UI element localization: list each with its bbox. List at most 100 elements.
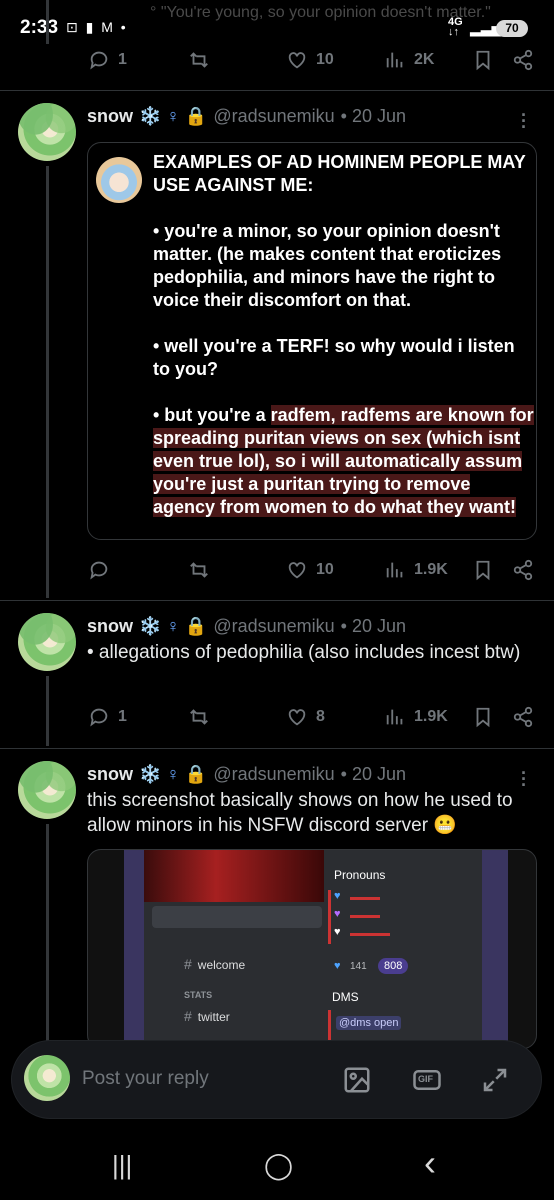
- post-actions: 10 1.9K: [0, 555, 554, 585]
- views-button[interactable]: 1.9K: [384, 555, 448, 585]
- reply-button[interactable]: 1: [88, 45, 127, 75]
- bookmark-button[interactable]: [472, 45, 494, 75]
- battery-icon: 70: [496, 20, 528, 37]
- handle[interactable]: @radsunemiku: [213, 764, 334, 785]
- post-text: • allegations of pedophilia (also includ…: [87, 642, 521, 663]
- post-date: • 20 Jun: [340, 615, 407, 636]
- recents-button[interactable]: |||: [112, 1150, 132, 1181]
- channel-twitter: # twitter: [184, 1008, 230, 1024]
- divider: [0, 748, 554, 749]
- post-header: snow ❄️ ♀ 🔒 @radsunemiku • 20 Jun: [87, 614, 406, 638]
- share-button[interactable]: [512, 702, 534, 732]
- reply-composer[interactable]: Post your reply GIF: [11, 1040, 542, 1119]
- views-icon: [386, 52, 403, 68]
- handle[interactable]: @radsunemiku: [213, 616, 334, 637]
- name-badges: ❄️ ♀ 🔒: [139, 105, 208, 126]
- expand-icon[interactable]: [480, 1065, 510, 1095]
- like-button[interactable]: 10: [286, 45, 334, 75]
- bookmark-icon: [476, 707, 490, 728]
- display-name[interactable]: snow: [87, 106, 133, 127]
- repost-button[interactable]: [188, 702, 210, 732]
- reply-icon: [90, 51, 108, 70]
- reply-placeholder[interactable]: Post your reply: [82, 1068, 209, 1090]
- post-actions: 1 8 1.9K: [0, 702, 554, 732]
- android-nav-bar: ||| ◯ ‹: [0, 1130, 554, 1200]
- views-icon: [386, 562, 403, 578]
- display-name[interactable]: snow: [87, 616, 133, 637]
- views-button[interactable]: 1.9K: [384, 702, 448, 732]
- reply-button[interactable]: 1: [88, 702, 127, 732]
- quote-item-2: • well you're a TERF! so why would i lis…: [153, 336, 515, 379]
- views-button[interactable]: 2K: [384, 45, 434, 75]
- bookmark-icon: [476, 560, 490, 581]
- avatar[interactable]: [18, 103, 76, 161]
- quote-text: EXAMPLES OF AD HOMINEM PEOPLE MAY USE AG…: [153, 151, 535, 542]
- quoted-image-card[interactable]: EXAMPLES OF AD HOMINEM PEOPLE MAY USE AG…: [87, 142, 537, 540]
- bookmark-icon: [476, 50, 490, 71]
- share-icon: [513, 706, 533, 728]
- reply-icon: [90, 708, 108, 727]
- scrolled-text-fragment: ° "You're young, so your opinion doesn't…: [150, 4, 491, 21]
- blue-heart-icon: ♥: [334, 890, 341, 902]
- quote-item-3: • but you're a radfem, radfems are known…: [153, 405, 534, 517]
- attached-screenshot[interactable]: # welcome STATS # twitter Pronouns ♥ ▬▬▬ ♥…: [87, 849, 537, 1049]
- post-header: snow ❄️ ♀ 🔒 @radsunemiku • 20 Jun: [87, 762, 406, 786]
- server-banner: [144, 850, 324, 902]
- quote-item-1: • you're a minor, so your opinion doesn'…: [153, 221, 502, 310]
- avatar[interactable]: [18, 761, 76, 819]
- my-avatar: [24, 1055, 70, 1101]
- count-b: 808: [378, 958, 409, 974]
- repost-icon: [190, 562, 208, 578]
- clock: 2:33: [20, 17, 59, 38]
- heart-icon: [288, 52, 306, 69]
- post-text: this screenshot basically shows on how h…: [87, 790, 513, 836]
- bookmark-button[interactable]: [472, 702, 494, 732]
- divider: [0, 600, 554, 601]
- dms-label: DMS: [332, 990, 359, 1004]
- repost-button[interactable]: [188, 45, 210, 75]
- share-button[interactable]: [512, 555, 534, 585]
- share-icon: [513, 559, 533, 581]
- avatar[interactable]: [18, 613, 76, 671]
- network-icon: 4G ↓↑: [448, 16, 463, 38]
- name-badges: ❄️ ♀ 🔒: [139, 615, 208, 636]
- name-badges: ❄️ ♀ 🔒: [139, 763, 208, 784]
- like-button[interactable]: 10: [286, 555, 334, 585]
- quote-title: EXAMPLES OF AD HOMINEM PEOPLE MAY USE AG…: [153, 152, 526, 195]
- thread-line: [46, 166, 49, 598]
- divider: [0, 90, 554, 91]
- white-heart-icon: ♥: [334, 926, 341, 938]
- more-options-icon[interactable]: · · ·: [521, 764, 527, 794]
- home-button[interactable]: ◯: [264, 1150, 293, 1181]
- gif-icon[interactable]: GIF: [412, 1065, 442, 1095]
- heart-icon: [288, 709, 306, 726]
- back-button[interactable]: ‹: [424, 1142, 436, 1184]
- blue-heart-icon: ♥: [334, 960, 341, 972]
- heart-icon: [288, 562, 306, 579]
- repost-button[interactable]: [188, 555, 210, 585]
- handle[interactable]: @radsunemiku: [213, 106, 334, 127]
- quote-avatar: [96, 157, 142, 203]
- display-name[interactable]: snow: [87, 764, 133, 785]
- views-icon: [386, 709, 403, 725]
- more-options-icon[interactable]: · · ·: [521, 106, 527, 136]
- purple-heart-icon: ♥: [334, 908, 341, 920]
- reply-button[interactable]: [88, 555, 118, 585]
- post-date: • 20 Jun: [340, 763, 407, 784]
- category-stats: STATS: [184, 990, 213, 1000]
- reply-icon: [90, 561, 108, 580]
- thread-line: [46, 0, 49, 44]
- image-icon[interactable]: [342, 1065, 372, 1095]
- bookmark-button[interactable]: [472, 555, 494, 585]
- post-date: • 20 Jun: [340, 105, 407, 126]
- repost-icon: [190, 709, 208, 725]
- notification-icons: ⊡ ▮ M •: [66, 19, 128, 35]
- channel-welcome: # welcome: [184, 956, 246, 972]
- share-icon: [513, 49, 533, 71]
- repost-icon: [190, 52, 208, 68]
- count-a: 141: [350, 961, 367, 972]
- share-button[interactable]: [512, 45, 534, 75]
- pronouns-label: Pronouns: [334, 868, 386, 882]
- thread-line: [46, 824, 49, 1044]
- like-button[interactable]: 8: [286, 702, 325, 732]
